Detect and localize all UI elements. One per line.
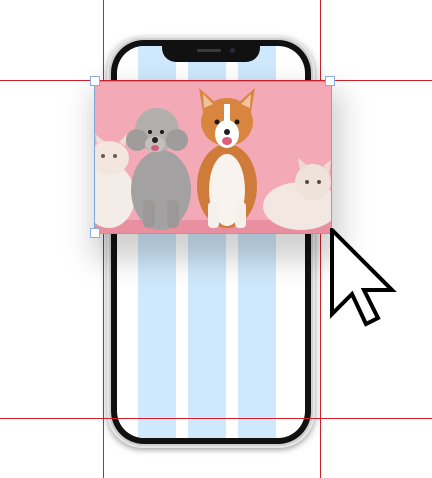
resize-handle-top-right[interactable]	[325, 76, 335, 86]
phone-camera-icon	[230, 48, 235, 53]
resize-handle-bottom-left[interactable]	[90, 228, 100, 238]
corgi-illustration	[197, 88, 257, 228]
phone-speaker-icon	[197, 49, 221, 52]
phone-notch	[162, 44, 260, 62]
resize-handle-top-left[interactable]	[90, 76, 100, 86]
pets-photo-illustration	[95, 82, 331, 233]
selected-image[interactable]	[94, 81, 332, 234]
horizontal-guide-bottom[interactable]	[0, 418, 432, 419]
design-canvas[interactable]	[0, 0, 432, 478]
arrow-cursor-icon	[330, 225, 398, 333]
horizontal-guide-top[interactable]	[0, 80, 432, 81]
